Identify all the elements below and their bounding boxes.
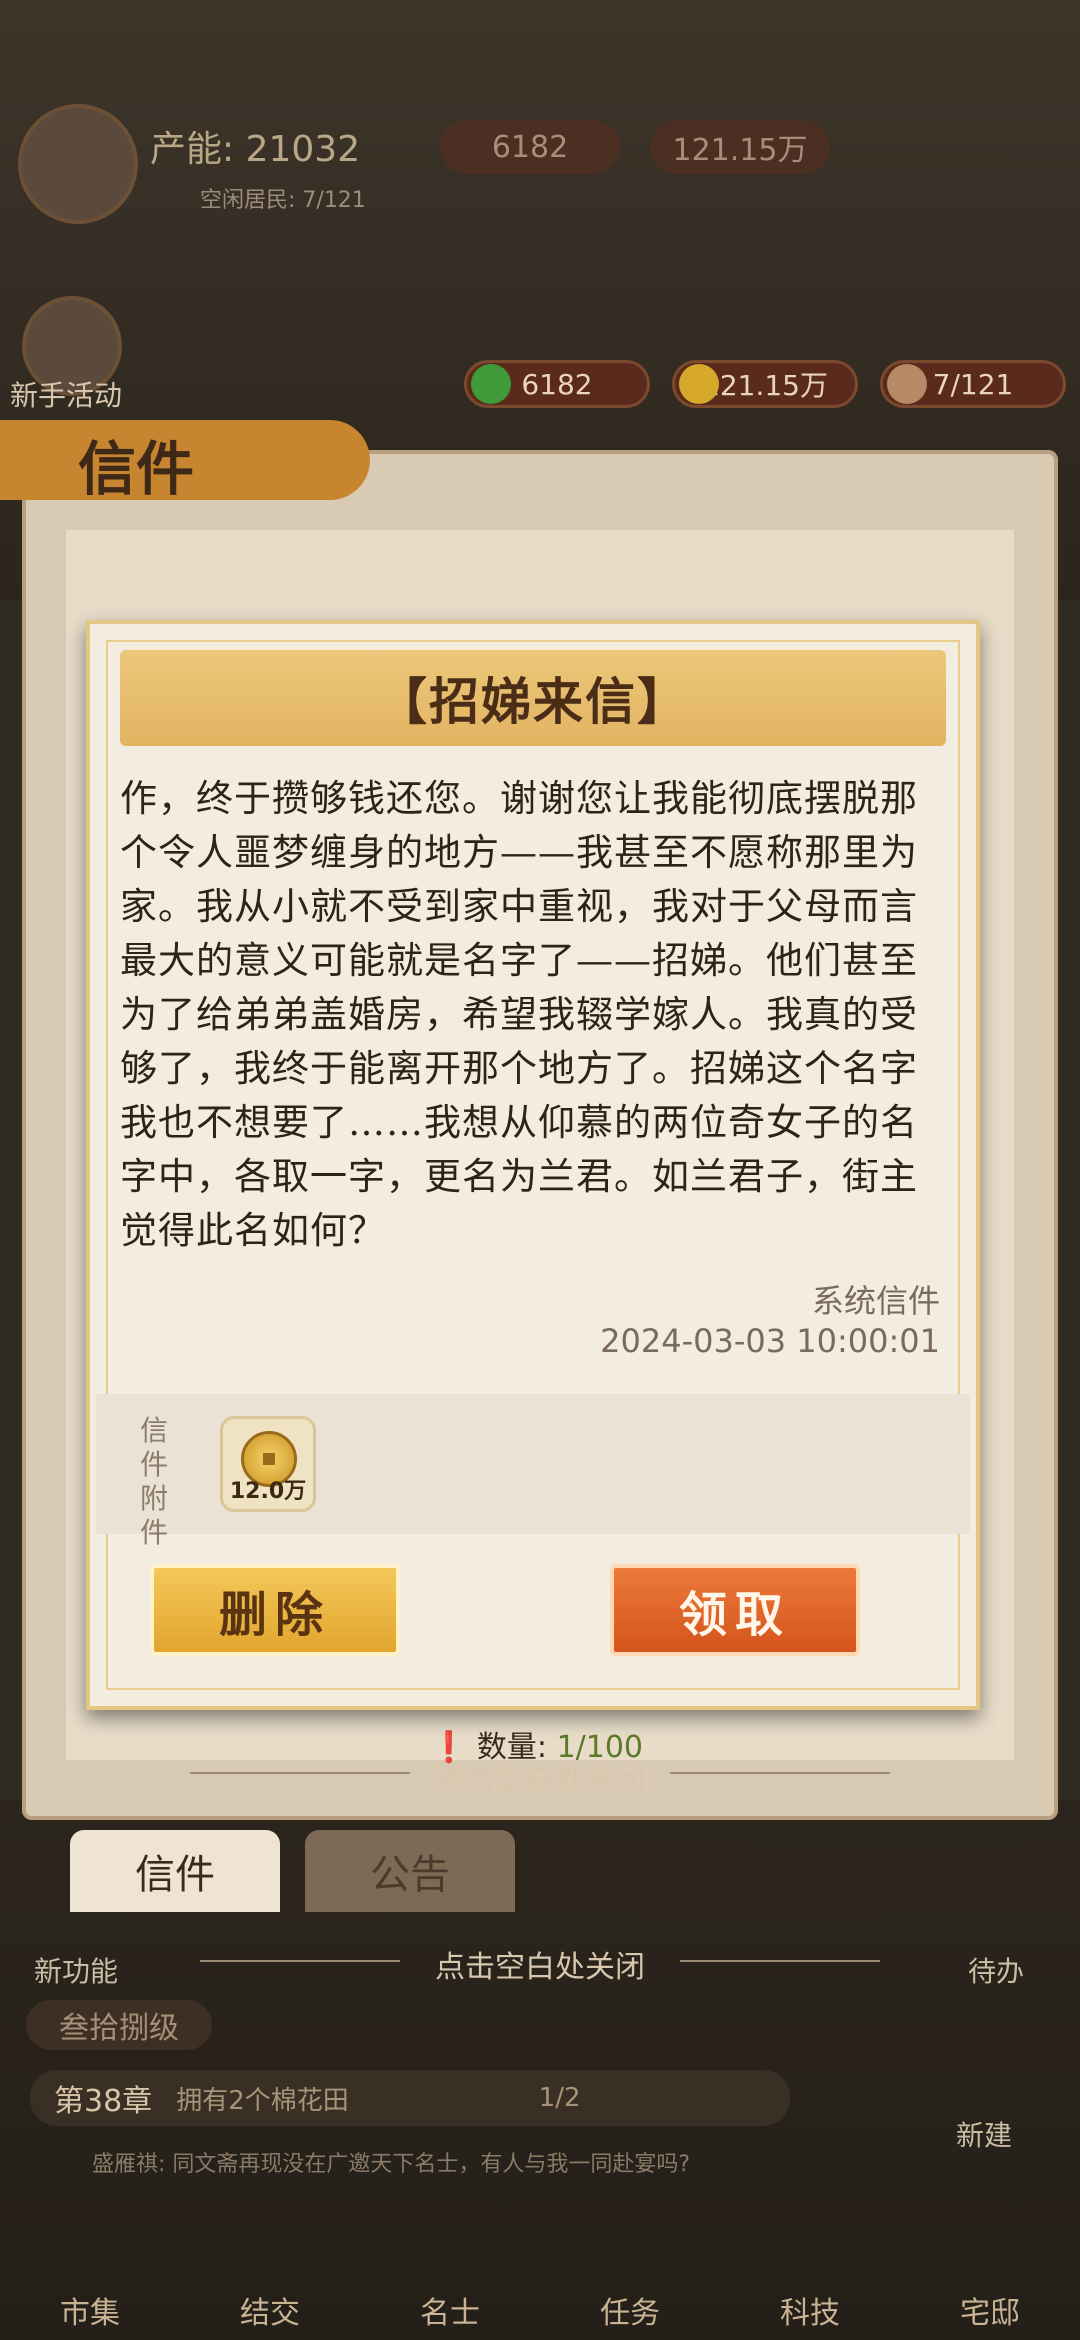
close-hint-2[interactable]: 点击空白处关闭: [0, 1942, 1080, 1986]
money-pill: 121.15万: [672, 360, 858, 408]
nav-market[interactable]: 市集: [60, 2288, 120, 2332]
tab-letters[interactable]: 信件: [70, 1830, 280, 1912]
attachment-label: 信件附件: [140, 1414, 169, 1549]
claim-button[interactable]: 领取: [610, 1564, 860, 1656]
quest-bar[interactable]: 第38章 拥有2个棉花田 1/2: [30, 2070, 790, 2126]
resident-icon: [887, 364, 927, 404]
nav-friends[interactable]: 结交: [240, 2288, 300, 2332]
bottom-nav: 市集 结交 名士 任务 科技 宅邸: [0, 2200, 1080, 2340]
upgrade-pill: 叁拾捌级: [26, 2000, 212, 2050]
nav-tasks[interactable]: 任务: [600, 2288, 660, 2332]
power-label: 产能: 21032: [150, 129, 361, 170]
chat-message[interactable]: 盛雁祺: 同文斋再现没在广邀天下名士，有人与我一同赴宴吗?: [92, 2146, 690, 2178]
player-avatar[interactable]: [18, 104, 138, 224]
gold-coin-icon: [679, 364, 719, 404]
people-pill: 7/121: [880, 360, 1066, 408]
newbie-event-label[interactable]: 新手活动: [10, 374, 122, 414]
coins-pill: 6182: [464, 360, 650, 408]
todo-label[interactable]: 待办: [968, 1950, 1024, 1990]
letter-datetime: 2024-03-03 10:00:01: [600, 1322, 940, 1360]
attachment-item[interactable]: 12.0万: [220, 1416, 316, 1512]
build-label[interactable]: 新建: [956, 2114, 1012, 2154]
coins-top-pill: 6182: [440, 120, 620, 174]
letter-body: 作，终于攒够钱还您。谢谢您让我能彻底摆脱那个令人噩梦缠身的地方——我甚至不愿称那…: [120, 777, 918, 1252]
delete-button[interactable]: 删除: [150, 1564, 400, 1656]
new-feature-label[interactable]: 新功能: [34, 1950, 118, 1990]
nav-celebrities[interactable]: 名士: [420, 2288, 480, 2332]
panel-title: 信件: [78, 435, 195, 503]
money-top-pill: 121.15万: [650, 120, 830, 174]
letter-sender: 系统信件: [811, 1282, 940, 1320]
jade-coin-icon: [471, 364, 511, 404]
nav-tech[interactable]: 科技: [780, 2288, 840, 2332]
nav-mansion[interactable]: 宅邸: [960, 2288, 1020, 2332]
modal-header: 【招娣来信】: [120, 650, 946, 746]
modal-title: 【招娣来信】: [377, 672, 689, 731]
close-hint[interactable]: 点击空白处关闭: [0, 1754, 1080, 1798]
tab-announcements[interactable]: 公告: [305, 1830, 515, 1912]
idle-residents-label: 空闲居民: 7/121: [200, 188, 366, 213]
attachment-quantity: 12.0万: [229, 1479, 307, 1504]
letter-modal: 【招娣来信】 作，终于攒够钱还您。谢谢您让我能彻底摆脱那个令人噩梦缠身的地方——…: [86, 620, 980, 1710]
